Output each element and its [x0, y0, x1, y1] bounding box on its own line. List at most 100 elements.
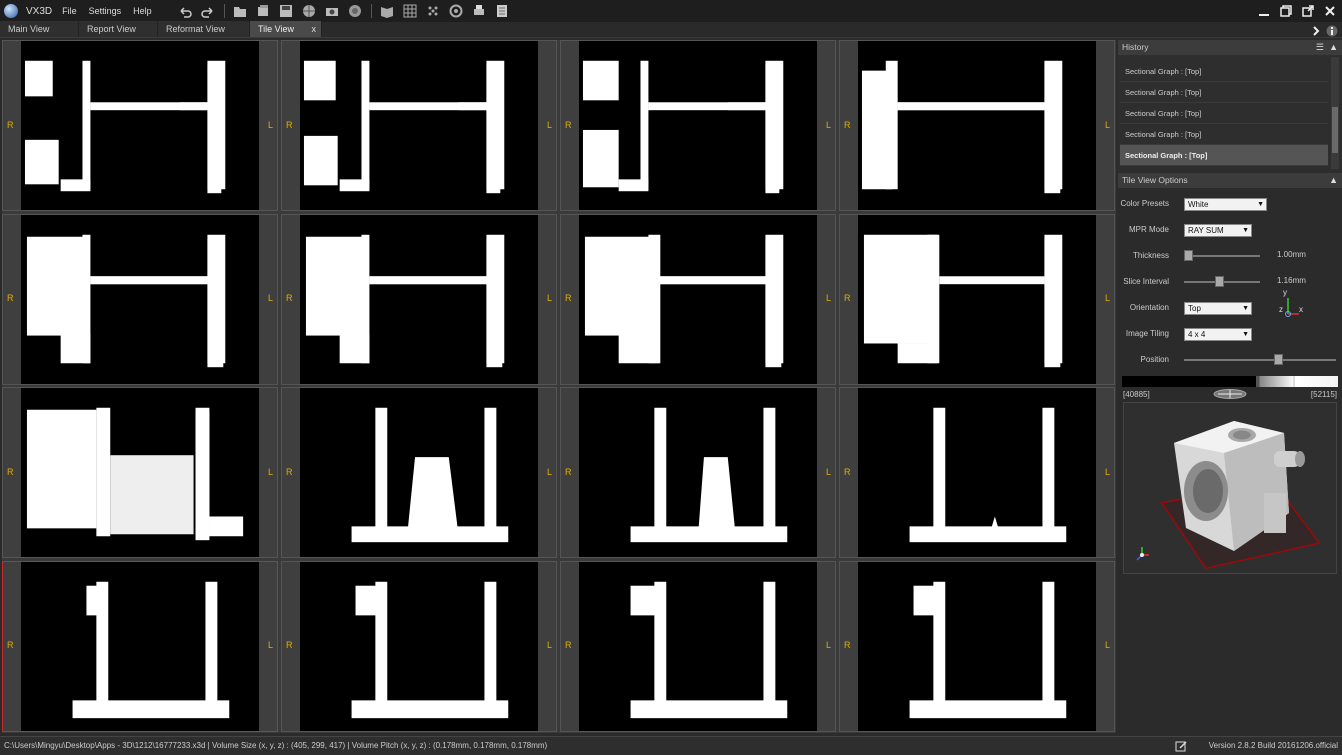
camera-icon[interactable] [324, 4, 340, 18]
tile[interactable]: R L [839, 387, 1115, 558]
orientation-label-left: L [267, 640, 273, 650]
window-max-marker[interactable] [1293, 376, 1295, 387]
3d-preview[interactable] [1123, 402, 1337, 574]
menu-help[interactable]: Help [133, 6, 152, 16]
tile[interactable]: R L [281, 560, 557, 732]
orientation-label-right: R [844, 119, 851, 130]
thickness-slider[interactable] [1184, 250, 1260, 261]
orientation-label-right: R [565, 293, 572, 303]
window-level-bar[interactable] [1122, 376, 1338, 387]
history-item-selected[interactable]: Sectional Graph : [Top] [1120, 145, 1328, 166]
slider-knob[interactable] [1214, 276, 1224, 287]
edit-icon[interactable] [1175, 740, 1187, 752]
minimize-icon[interactable] [1256, 3, 1272, 19]
tile[interactable]: R L [2, 213, 278, 385]
open-volume-icon[interactable] [255, 4, 271, 18]
tab-label: Tile View [258, 24, 295, 34]
window-level-handle-icon[interactable] [1213, 389, 1247, 399]
history-item[interactable]: Sectional Graph : [Top] [1120, 61, 1328, 82]
window-min-marker[interactable] [1256, 376, 1258, 387]
save-icon[interactable] [278, 4, 294, 18]
tile[interactable]: R L [839, 213, 1115, 385]
sphere-icon[interactable] [301, 4, 317, 18]
tile[interactable]: R L [560, 387, 836, 558]
history-scrollbar[interactable] [1331, 57, 1339, 169]
orientation-label-left: L [267, 293, 273, 303]
rotate-icon[interactable] [448, 4, 464, 18]
status-text: C:\Users\Mingyu\Desktop\Apps - 3D\1212\1… [4, 741, 548, 750]
tile-selected[interactable]: R L [2, 560, 278, 732]
tile[interactable]: R L [560, 213, 836, 385]
open-folder-icon[interactable] [232, 4, 248, 18]
print-icon[interactable] [471, 4, 487, 18]
window-min-value: [40885] [1123, 390, 1150, 399]
window-controls [1250, 3, 1338, 19]
collapse-icon[interactable]: ▲ [1329, 173, 1338, 188]
title-bar: VX3D File Settings Help [0, 0, 1342, 22]
tile[interactable]: R L [2, 387, 278, 558]
tile[interactable]: R L [2, 40, 278, 211]
tab-report-view[interactable]: Report View [79, 21, 158, 37]
tile[interactable]: R L [281, 213, 557, 385]
tile[interactable]: R L [281, 387, 557, 558]
tab-label: Reformat View [166, 24, 225, 34]
tab-reformat-view[interactable]: Reformat View [158, 21, 250, 37]
orientation-select[interactable]: Top ▼ [1184, 302, 1252, 315]
scroll-thumb[interactable] [1332, 107, 1338, 153]
position-slider[interactable] [1184, 354, 1336, 365]
history-item[interactable]: Sectional Graph : [Top] [1120, 124, 1328, 145]
tile-image [21, 41, 259, 210]
info-icon[interactable] [1326, 24, 1338, 37]
slice-interval-slider[interactable] [1184, 276, 1260, 287]
color-presets-select[interactable]: White ▼ [1184, 198, 1267, 211]
mpr-mode-select[interactable]: RAY SUM ▼ [1184, 224, 1252, 237]
grid-icon[interactable] [402, 4, 418, 18]
tile-image [579, 214, 817, 384]
orientation-label-left: L [1104, 293, 1110, 303]
globe-icon[interactable] [347, 4, 363, 18]
select-value: Top [1188, 304, 1201, 313]
history-item[interactable]: Sectional Graph : [Top] [1120, 82, 1328, 103]
orientation-label-left: L [1104, 466, 1110, 477]
tile-image [858, 388, 1096, 557]
orientation-label-right: R [565, 466, 572, 477]
tile[interactable]: R L [839, 40, 1115, 211]
document-icon[interactable] [494, 4, 510, 18]
dots-icon[interactable] [425, 4, 441, 18]
slider-knob[interactable] [1184, 250, 1193, 261]
orientation-label-left: L [546, 640, 552, 650]
menu-file[interactable]: File [62, 6, 77, 16]
list-icon[interactable]: ☰ [1316, 40, 1324, 55]
tab-tile-view[interactable]: Tile View x [250, 21, 322, 37]
app-name: VX3D [26, 5, 53, 17]
thickness-value: 1.00mm [1277, 250, 1306, 259]
tile[interactable]: R L [560, 40, 836, 211]
tile[interactable]: R L [281, 40, 557, 211]
tab-main-view[interactable]: Main View [0, 21, 79, 37]
tile-image [300, 41, 538, 210]
book-icon[interactable] [379, 4, 395, 18]
side-panel: History ☰ ▲ Sectional Graph : [Top] Sect… [1118, 40, 1342, 733]
orientation-label-left: L [546, 293, 552, 303]
orientation-label-left: L [825, 640, 831, 650]
orientation-label-right: R [7, 293, 14, 303]
orientation-label-left: L [1104, 119, 1110, 130]
tab-close-icon[interactable]: x [312, 21, 317, 37]
orientation-label-left: L [546, 466, 552, 477]
popout-icon[interactable] [1300, 3, 1316, 19]
collapse-icon[interactable]: ▲ [1329, 40, 1338, 55]
close-icon[interactable] [1322, 3, 1338, 19]
tile-image [858, 214, 1096, 384]
thickness-label: Thickness [1132, 251, 1169, 260]
menu-settings[interactable]: Settings [89, 6, 122, 16]
tile[interactable]: R L [560, 560, 836, 732]
history-item[interactable]: Sectional Graph : [Top] [1120, 103, 1328, 124]
image-tiling-select[interactable]: 4 x 4 ▼ [1184, 328, 1252, 341]
tile[interactable]: R L [839, 560, 1115, 732]
slider-knob[interactable] [1274, 354, 1284, 365]
tile-image [579, 561, 817, 731]
chevron-right-icon[interactable] [1310, 24, 1322, 36]
redo-icon[interactable] [200, 4, 216, 18]
restore-icon[interactable] [1278, 3, 1294, 19]
undo-icon[interactable] [177, 4, 193, 18]
